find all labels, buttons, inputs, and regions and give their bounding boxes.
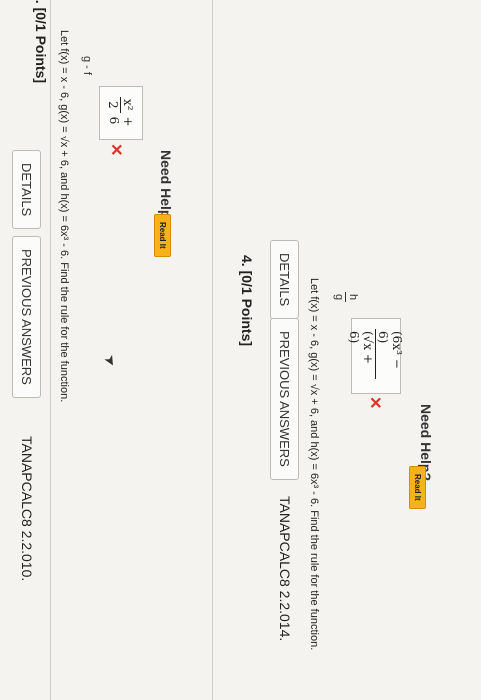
q3-read-it-button[interactable]: Read It bbox=[154, 214, 171, 257]
q3-question-text: Let f(x) = x - 6, g(x) = √x + 6, and h(x… bbox=[58, 30, 70, 403]
q4-answer-box[interactable]: (6x³ − 6) (√x + 6) bbox=[348, 318, 405, 394]
q3-answer-denominator: 2 bbox=[106, 100, 121, 109]
q3-answer-box[interactable]: x² 2 + 6 bbox=[99, 86, 143, 140]
q3-answer-fraction: x² 2 bbox=[107, 97, 136, 113]
q4-question-text: Let f(x) = x - 6, g(x) = √x + 6, and h(x… bbox=[308, 278, 320, 651]
q3-previous-answers-button[interactable]: PREVIOUS ANSWERS bbox=[12, 236, 41, 398]
q4-details-button[interactable]: DETAILS bbox=[270, 240, 299, 320]
q4-read-it-button[interactable]: Read It bbox=[409, 466, 426, 509]
q3-details-button[interactable]: DETAILS bbox=[12, 150, 41, 230]
section-divider bbox=[212, 0, 213, 700]
q3-subprompt: g - f bbox=[81, 56, 93, 75]
q4-reference: TANAPCALC8 2.2.014. bbox=[277, 496, 293, 642]
q4-subprompt-denominator: g bbox=[333, 294, 345, 301]
q3-answer-suffix: + 6 bbox=[107, 116, 135, 127]
q4-previous-answers-button[interactable]: PREVIOUS ANSWERS bbox=[270, 318, 299, 480]
q3-answer-numerator: x² bbox=[120, 97, 136, 113]
q4-answer-numerator: (6x³ − 6) bbox=[375, 329, 405, 379]
q4-subprompt: h g bbox=[332, 292, 359, 303]
q3-reference: TANAPCALC8 2.2.010. bbox=[19, 436, 35, 582]
rotated-page: 3. [0/1 Points] DETAILS PREVIOUS ANSWERS… bbox=[0, 0, 481, 700]
q4-answer-denominator: (√x + 6) bbox=[347, 331, 376, 364]
x-mark-icon: ✕ bbox=[107, 143, 124, 157]
q4-answer-fraction: (6x³ − 6) (√x + 6) bbox=[348, 329, 405, 379]
q3-top-divider bbox=[50, 0, 51, 700]
q4-points: 4. [0/1 Points] bbox=[239, 255, 255, 347]
q3-points: 3. [0/1 Points] bbox=[33, 0, 49, 84]
mouse-cursor-icon: ➤ bbox=[101, 351, 121, 370]
x-mark-icon: ✕ bbox=[366, 396, 383, 410]
q4-subprompt-numerator: h bbox=[345, 292, 359, 303]
